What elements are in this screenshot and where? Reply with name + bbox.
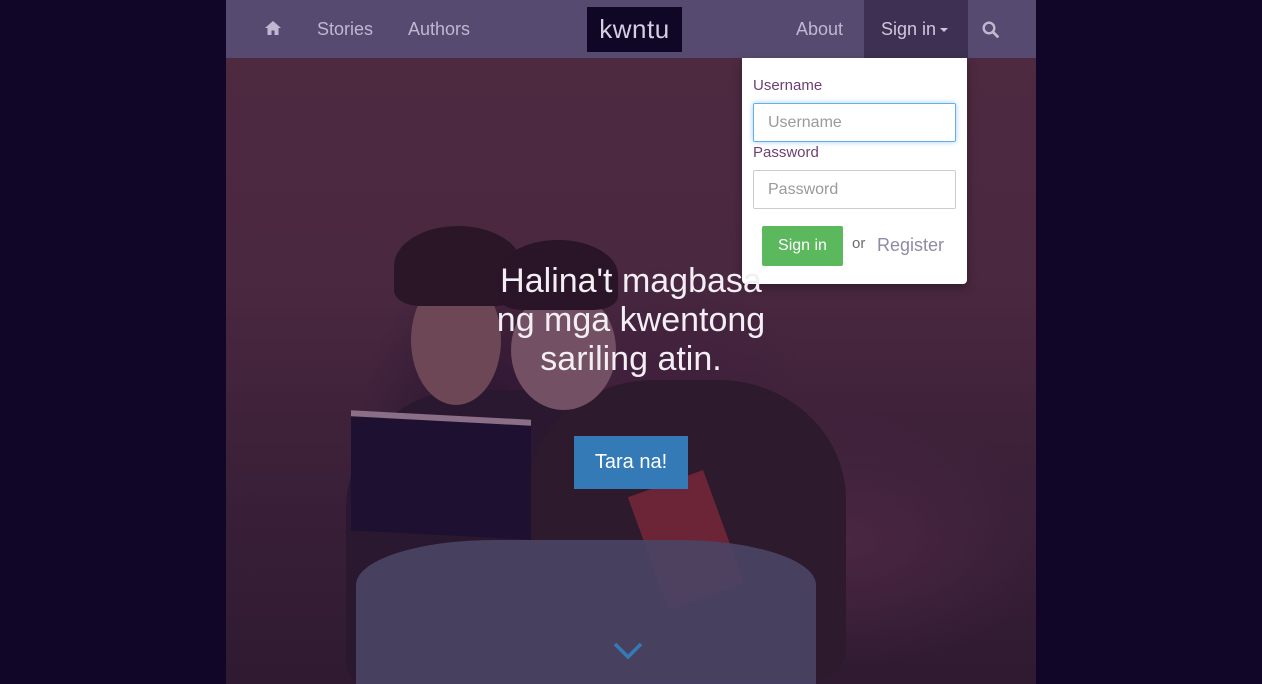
nav-stories-link[interactable]: Stories — [317, 0, 373, 58]
top-navbar: Stories Authors kwntu About Sign in — [226, 0, 1036, 58]
username-input[interactable] — [753, 103, 956, 142]
brand-logo[interactable]: kwntu — [587, 7, 682, 52]
home-icon[interactable] — [264, 0, 286, 58]
password-label: Password — [753, 144, 819, 161]
cta-button[interactable]: Tara na! — [574, 436, 688, 489]
signin-dropdown: Username Password Sign in or Register — [742, 58, 967, 284]
search-icon[interactable] — [982, 0, 1002, 58]
hero-line-1: Halina't magbasa — [500, 262, 762, 300]
register-link[interactable]: Register — [877, 235, 944, 256]
nav-authors-link[interactable]: Authors — [408, 0, 470, 58]
figure-book — [351, 410, 531, 540]
nav-about-link[interactable]: About — [796, 0, 843, 58]
password-input[interactable] — [753, 170, 956, 209]
hero-headline: Halina't magbasa ng mga kwentong sarilin… — [430, 262, 832, 379]
hero-line-3: sariling atin. — [540, 340, 722, 378]
figure-legs — [356, 540, 816, 684]
username-label: Username — [753, 77, 823, 94]
or-text: or — [852, 235, 866, 252]
hero-line-2: ng mga kwentong — [496, 301, 766, 339]
nav-signin-dropdown-toggle[interactable]: Sign in — [864, 0, 968, 58]
signin-submit-button[interactable]: Sign in — [762, 226, 843, 266]
signin-toggle-label: Sign in — [881, 19, 937, 39]
chevron-down-icon[interactable] — [612, 638, 644, 662]
caret-down-icon — [940, 28, 949, 33]
